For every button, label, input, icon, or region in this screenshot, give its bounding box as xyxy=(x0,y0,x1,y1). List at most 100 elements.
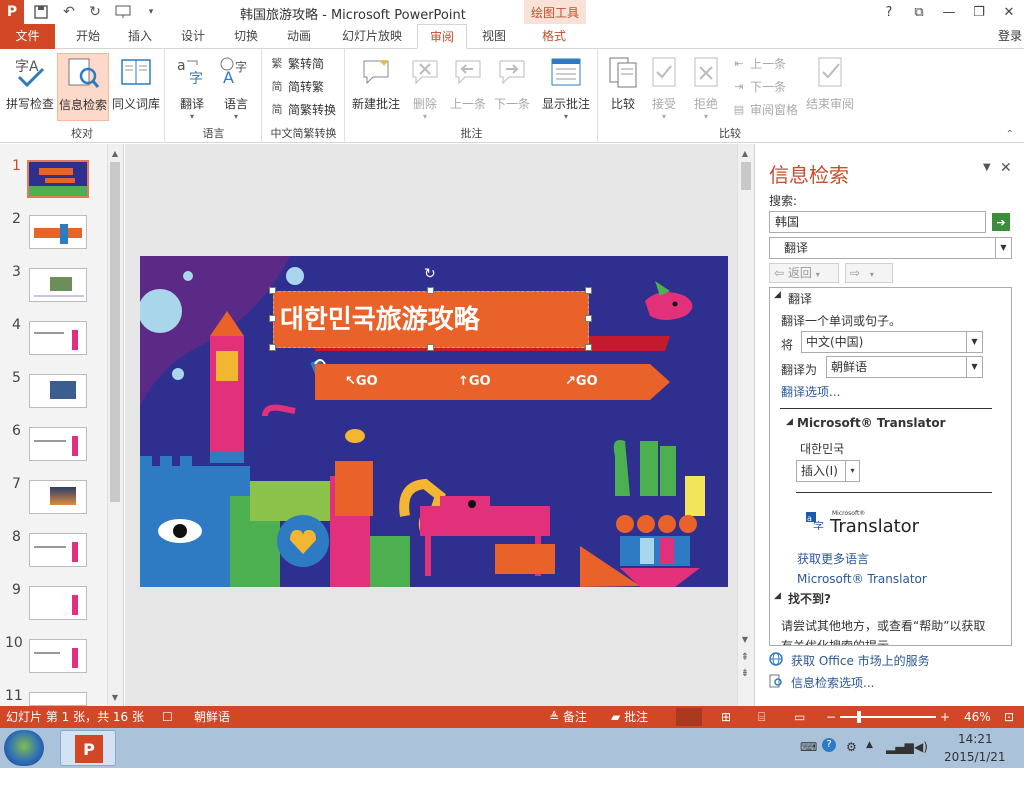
slide-thumb-3[interactable]: 3 xyxy=(0,264,108,314)
slide-go-button-3[interactable]: ↗GO xyxy=(565,374,598,389)
slide-thumb-2[interactable]: 2 xyxy=(0,211,108,261)
translate-button[interactable]: a字 翻译 ▾ xyxy=(170,53,214,121)
forward-button[interactable]: ⇨ ▾ xyxy=(845,263,893,283)
search-input[interactable]: 韩国 xyxy=(769,211,986,233)
clock-date[interactable]: 2015/1/21 xyxy=(944,750,1006,790)
settings-tray-icon[interactable]: ⚙ xyxy=(846,740,857,780)
slide-thumb-5[interactable]: 5 xyxy=(0,370,108,420)
tab-home[interactable]: 开始 xyxy=(66,24,110,49)
keyboard-tray-icon[interactable]: ⌨ xyxy=(800,740,817,780)
slide-go-button-1[interactable]: ↖GO xyxy=(345,374,378,389)
language-button[interactable]: A字 语言 ▾ xyxy=(214,53,258,121)
tab-insert[interactable]: 插入 xyxy=(118,24,162,49)
close-button[interactable]: ✕ xyxy=(994,0,1024,24)
slide-thumb-1[interactable]: 1 xyxy=(0,158,108,208)
research-options-link[interactable]: 信息检索选项... xyxy=(791,674,874,691)
resize-handle[interactable] xyxy=(269,287,276,294)
next-slide-icon[interactable]: ⇟ xyxy=(738,666,752,680)
resize-handle[interactable] xyxy=(585,315,592,322)
minimize-button[interactable]: — xyxy=(934,0,964,24)
previous-slide-icon[interactable]: ⇞ xyxy=(738,650,752,664)
sign-in-link[interactable]: 登录 xyxy=(998,24,1022,48)
thumbnail-scrollbar[interactable]: ▲ ▼ xyxy=(107,144,123,706)
help-button[interactable]: ? xyxy=(874,0,904,24)
resize-handle[interactable] xyxy=(269,315,276,322)
scroll-up-icon[interactable]: ▲ xyxy=(108,146,122,160)
ribbon-display-options-button[interactable]: ⧉ xyxy=(904,0,934,24)
compare-button[interactable]: 比较 xyxy=(601,53,645,121)
save-icon[interactable] xyxy=(30,1,52,23)
trad-to-simp-button[interactable]: 繁 繁转简 xyxy=(269,53,325,73)
rotate-handle-icon[interactable]: ↻ xyxy=(424,266,436,282)
from-language-select[interactable]: 中文(中国) ▼ xyxy=(801,331,983,353)
tab-animations[interactable]: 动画 xyxy=(277,24,321,49)
tab-review[interactable]: 审阅 xyxy=(417,24,467,49)
slide-thumb-9[interactable]: 9 xyxy=(0,582,108,632)
pane-options-icon[interactable]: ▼ xyxy=(983,162,991,173)
slide-title[interactable]: 대한민국旅游攻略 xyxy=(280,299,480,336)
current-slide[interactable]: ↻ 대한민국旅游攻略 ↖GO ↑GO ↗GO xyxy=(140,256,728,587)
previous-change-button[interactable]: ⇤ 上一条 xyxy=(731,53,786,73)
zoom-out-icon[interactable]: − xyxy=(826,706,836,728)
tab-view[interactable]: 视图 xyxy=(472,24,516,49)
scroll-up-icon[interactable]: ▲ xyxy=(738,146,752,160)
slide-thumb-7[interactable]: 7 xyxy=(0,476,108,526)
accept-button[interactable]: 接受 ▾ xyxy=(643,53,685,121)
collapse-triangle-icon[interactable]: ◢ xyxy=(786,417,793,427)
insert-button[interactable]: 插入(I) ▾ xyxy=(796,460,860,482)
get-more-languages-link[interactable]: 获取更多语言 xyxy=(797,550,869,567)
start-search-icon[interactable]: ➔ xyxy=(992,213,1010,231)
zoom-slider-thumb[interactable] xyxy=(857,711,861,723)
undo-icon[interactable]: ↶ xyxy=(58,1,80,23)
tab-format[interactable]: 格式 xyxy=(531,24,577,49)
resize-handle[interactable] xyxy=(585,287,592,294)
simp-to-trad-button[interactable]: 简 简转繁 xyxy=(269,76,325,96)
show-comments-button[interactable]: 显示批注 ▾ xyxy=(538,53,594,121)
spelling-button[interactable]: 字A 拼写检查 xyxy=(4,53,56,121)
office-market-link[interactable]: 获取 Office 市场上的服务 xyxy=(791,652,930,669)
presentation-from-start-icon[interactable] xyxy=(112,1,134,23)
collapse-ribbon-icon[interactable]: ⌃ xyxy=(1006,129,1014,140)
tab-slideshow[interactable]: 幻灯片放映 xyxy=(333,24,411,49)
scrollbar-thumb[interactable] xyxy=(741,162,751,190)
slide-thumb-4[interactable]: 4 xyxy=(0,317,108,367)
redo-icon[interactable]: ↻ xyxy=(84,1,106,23)
volume-tray-icon[interactable]: ◀) xyxy=(914,740,928,780)
language-status[interactable]: 朝鲜语 xyxy=(194,706,230,728)
show-hidden-icons-icon[interactable]: ▲ xyxy=(866,740,873,780)
slide-sorter-icon[interactable]: ⊞ xyxy=(721,706,731,728)
back-button[interactable]: ⇦ 返回 ▾ xyxy=(769,263,839,283)
notes-button[interactable]: ≜ 备注 xyxy=(549,706,587,728)
research-button[interactable]: 信息检索 xyxy=(57,53,109,121)
slide-thumb-8[interactable]: 8 xyxy=(0,529,108,579)
help-tray-icon[interactable]: ? xyxy=(822,738,836,752)
editor-scrollbar[interactable]: ▲ ▼ ⇞ ⇟ xyxy=(737,144,754,706)
translation-options-link[interactable]: 翻译选项... xyxy=(781,383,840,400)
network-tray-icon[interactable]: ▂▄▆ xyxy=(886,740,914,780)
microsoft-translator-link[interactable]: Microsoft® Translator xyxy=(797,572,927,586)
resize-handle[interactable] xyxy=(427,344,434,351)
collapse-triangle-icon[interactable]: ◢ xyxy=(774,591,781,601)
comments-button[interactable]: ▰ 批注 xyxy=(611,706,648,728)
slide-thumb-10[interactable]: 10 xyxy=(0,635,108,685)
restore-button[interactable]: ❐ xyxy=(964,0,994,24)
previous-comment-button[interactable]: 上一条 xyxy=(446,53,490,121)
new-comment-button[interactable]: ✦ 新建批注 xyxy=(348,53,404,121)
fit-slide-icon[interactable]: ⊡ xyxy=(1004,706,1014,728)
end-review-button[interactable]: 结束审阅 xyxy=(803,53,857,121)
slide-go-button-2[interactable]: ↑GO xyxy=(458,374,491,389)
collapse-triangle-icon[interactable]: ◢ xyxy=(774,290,781,300)
chinese-conversion-button[interactable]: 简 简繁转换 xyxy=(269,99,337,119)
zoom-slider[interactable] xyxy=(840,716,936,718)
delete-comment-button[interactable]: 删除 ▾ xyxy=(404,53,446,121)
proofing-status-icon[interactable]: ☐ xyxy=(162,706,173,728)
scrollbar-thumb[interactable] xyxy=(110,162,120,502)
tab-design[interactable]: 设计 xyxy=(171,24,215,49)
resize-handle[interactable] xyxy=(269,344,276,351)
customize-qat-icon[interactable]: ▾ xyxy=(140,1,162,23)
to-language-select[interactable]: 朝鲜语 ▼ xyxy=(826,356,983,378)
reference-service-select[interactable]: 翻译 ▼ xyxy=(769,237,1012,259)
scroll-down-icon[interactable]: ▼ xyxy=(108,690,122,704)
tab-transitions[interactable]: 切换 xyxy=(224,24,268,49)
resize-handle[interactable] xyxy=(585,344,592,351)
